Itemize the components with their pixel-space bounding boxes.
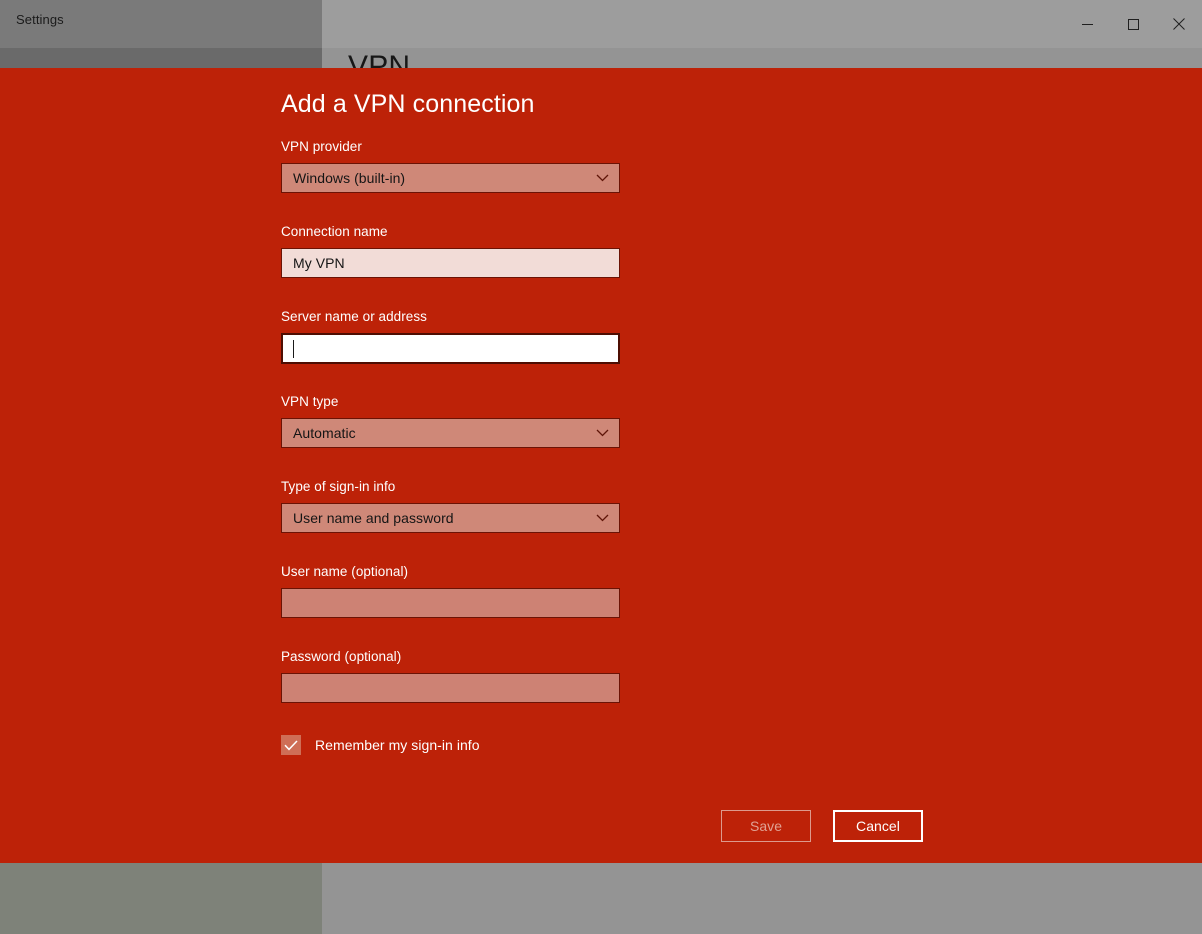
vpn-provider-value: Windows (built-in)	[293, 170, 406, 186]
close-icon	[1173, 18, 1185, 30]
sidebar-search-band	[0, 48, 322, 70]
sign-in-type-select[interactable]: User name and password	[281, 503, 620, 533]
password-input[interactable]	[281, 673, 620, 703]
field-vpn-type: VPN type Automatic	[281, 393, 620, 448]
dialog-title: Add a VPN connection	[281, 90, 535, 118]
connection-name-value: My VPN	[293, 255, 345, 271]
vpn-type-select[interactable]: Automatic	[281, 418, 620, 448]
save-button[interactable]: Save	[721, 810, 811, 842]
add-vpn-dialog: Add a VPN connection VPN provider Window…	[0, 68, 1202, 863]
maximize-button[interactable]	[1110, 0, 1156, 48]
checkbox-box	[281, 735, 301, 755]
user-name-input[interactable]	[281, 588, 620, 618]
label-password: Password (optional)	[281, 649, 402, 664]
minimize-button[interactable]	[1064, 0, 1110, 48]
text-caret	[293, 340, 294, 358]
bottom-content-strip	[322, 863, 1202, 934]
window-title: Settings	[16, 12, 64, 27]
window-titlebar[interactable]	[322, 0, 1202, 48]
window-caption-buttons	[1064, 0, 1202, 48]
close-button[interactable]	[1156, 0, 1202, 48]
field-vpn-provider: VPN provider Windows (built-in)	[281, 138, 620, 193]
bottom-sidebar-strip	[0, 863, 322, 934]
field-sign-in-type: Type of sign-in info User name and passw…	[281, 478, 620, 533]
field-connection-name: Connection name My VPN	[281, 223, 620, 278]
screen: Settings VPN Add a VPN connection VPN pr…	[0, 0, 1202, 934]
label-connection-name: Connection name	[281, 224, 388, 239]
field-user-name: User name (optional)	[281, 563, 620, 618]
minimize-icon	[1081, 23, 1093, 25]
chevron-down-icon	[596, 514, 609, 522]
chevron-down-icon	[596, 174, 609, 182]
label-user-name: User name (optional)	[281, 564, 409, 579]
sign-in-type-value: User name and password	[293, 510, 454, 526]
label-vpn-provider: VPN provider	[281, 139, 362, 154]
server-name-input[interactable]	[281, 333, 620, 364]
add-vpn-dialog-body: Add a VPN connection VPN provider Window…	[281, 68, 1101, 863]
vpn-provider-select[interactable]: Windows (built-in)	[281, 163, 620, 193]
label-vpn-type: VPN type	[281, 394, 339, 409]
chevron-down-icon	[596, 429, 609, 437]
maximize-icon	[1127, 18, 1139, 30]
connection-name-input[interactable]: My VPN	[281, 248, 620, 278]
label-sign-in-type: Type of sign-in info	[281, 479, 396, 494]
remember-sign-in-label: Remember my sign-in info	[315, 737, 480, 753]
cancel-button[interactable]: Cancel	[833, 810, 923, 842]
check-icon	[284, 739, 298, 750]
remember-sign-in-checkbox[interactable]: Remember my sign-in info	[281, 735, 480, 755]
field-server-name: Server name or address	[281, 308, 620, 364]
vpn-type-value: Automatic	[293, 425, 356, 441]
label-server-name: Server name or address	[281, 309, 427, 324]
field-password: Password (optional)	[281, 648, 620, 703]
dialog-action-buttons: Save Cancel	[721, 810, 923, 842]
